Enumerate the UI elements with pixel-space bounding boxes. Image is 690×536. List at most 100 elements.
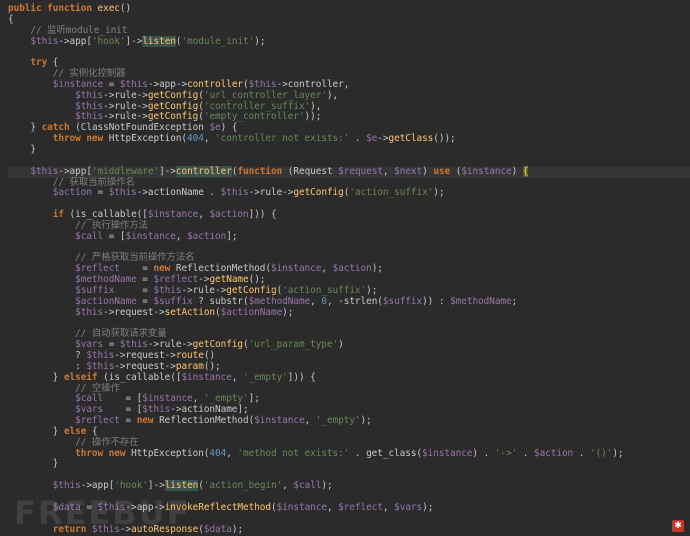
code-token: , [310,295,322,307]
code-line[interactable]: } [8,459,690,470]
code-token: 'module_init' [181,35,255,47]
code-token: . [354,133,367,145]
code-token: { [52,57,59,69]
code-token: ])) { [248,209,277,221]
code-token: $suffix [153,295,199,307]
code-token: $action [8,187,98,199]
code-token: $request [338,165,383,177]
code-token: $this [86,360,115,372]
code-line[interactable]: throw new HttpException(404, 'controller… [8,133,690,145]
code-line[interactable]: } [8,144,690,156]
code-token: ReflectionMethod( [159,415,255,427]
code-token: ]-> [147,480,165,492]
code-line[interactable]: $this->app['hook']->listen('module_init'… [8,35,690,48]
code-token: = [108,78,120,90]
code-token: ; [511,295,518,307]
code-token: , [326,501,339,513]
code-token: ); [612,447,624,459]
code-token: // 获取当前操作名 [8,176,135,188]
code-token: $reflect [8,263,143,275]
code-token: ); [371,263,383,275]
code-token: $reflect [8,415,126,427]
code-token: 'action_suffix' [349,187,434,199]
code-token: throw new [8,133,109,145]
code-token: ])) { [287,371,316,383]
code-token: elseif [63,371,104,383]
code-token: = [142,284,154,296]
code-token: $this [142,404,171,416]
code-token: (); [248,274,266,286]
code-token: $reflect [338,501,383,513]
code-token: $methodName [450,295,512,307]
code-token: exec [97,3,120,14]
code-token: ->app-> [147,78,188,90]
code-line[interactable]: public function exec() [8,3,690,15]
code-token: 'url_param_type' [248,339,339,351]
code-token: getConfig [226,284,277,296]
code-token: ), [310,100,322,112]
code-token: getClass [388,133,434,145]
code-editor[interactable]: public function exec(){ // 监听module_init… [0,0,690,536]
code-token: ->request-> [114,360,176,372]
code-line[interactable]: $this->app['hook']->listen('action_begin… [8,480,690,492]
code-token: '_empty' [203,393,249,405]
code-line[interactable]: $call = [$instance, $action]; [8,230,690,243]
code-token: ) [338,339,344,351]
code-token: listen [164,480,199,492]
code-token: ->app[ [80,480,115,492]
code-token: $this [8,480,81,492]
code-area[interactable]: public function exec(){ // 监听module_init… [0,3,690,535]
code-token: new [153,263,176,275]
code-token: ) [511,165,523,177]
code-token: $vars [394,501,423,513]
code-token: HttpException( [131,447,210,459]
code-token: new [136,415,160,427]
code-token: 404 [187,133,204,145]
code-token: // 实例化控制器 [8,68,126,80]
code-token: ->actionName]; [170,404,249,416]
code-token: // 严格获取当前操作方法名 [8,252,195,264]
code-token: $suffix [382,295,423,307]
code-token: . [522,447,534,459]
code-token: $action [533,447,579,459]
code-token: ->request-> [114,350,176,361]
code-token: $this [86,350,115,361]
code-token: = [ [125,404,143,416]
code-token: )) : [422,295,451,307]
code-token: (ClassNotFoundException [75,122,210,134]
code-token: $actionName [8,295,143,307]
code-token: $suffix [8,284,143,296]
code-token: getConfig [293,187,344,199]
code-token: = [142,274,154,286]
code-token: $call [8,393,126,405]
code-token: = [142,263,154,275]
code-token: $this [153,284,182,296]
code-token: () [203,350,216,361]
code-line[interactable]: $action = $this->actionName . $this->rul… [8,187,690,199]
code-token: ReflectionMethod( [175,263,271,275]
code-token: $instance [422,447,473,459]
code-token: 'controller not exists:' [215,133,355,145]
code-token: { [522,165,529,177]
code-token: ]-> [159,165,176,177]
code-line[interactable]: $reflect = new ReflectionMethod($instanc… [8,415,690,427]
code-token: 'hook' [91,35,126,47]
code-token: $this [8,89,104,101]
code-line[interactable]: $this->request->setAction($actionName); [8,306,690,319]
code-token: param [175,360,204,372]
code-token: $action [209,209,249,221]
code-line[interactable]: throw new HttpException(404, 'method not… [8,447,690,460]
code-token: $this [248,78,277,90]
code-token: setAction [164,306,216,318]
code-line[interactable] [8,47,690,58]
code-token: = [ [108,230,126,242]
code-token: $this [8,111,104,123]
code-token: getConfig [147,111,199,123]
code-token: 'empty_controller' [203,111,305,123]
code-token: . get_class( [354,447,423,459]
code-token: $action [187,230,227,242]
code-token: throw new [8,447,132,459]
code-token: $next [394,165,423,177]
code-token: $methodName [248,295,311,307]
code-token: ); [360,415,372,427]
